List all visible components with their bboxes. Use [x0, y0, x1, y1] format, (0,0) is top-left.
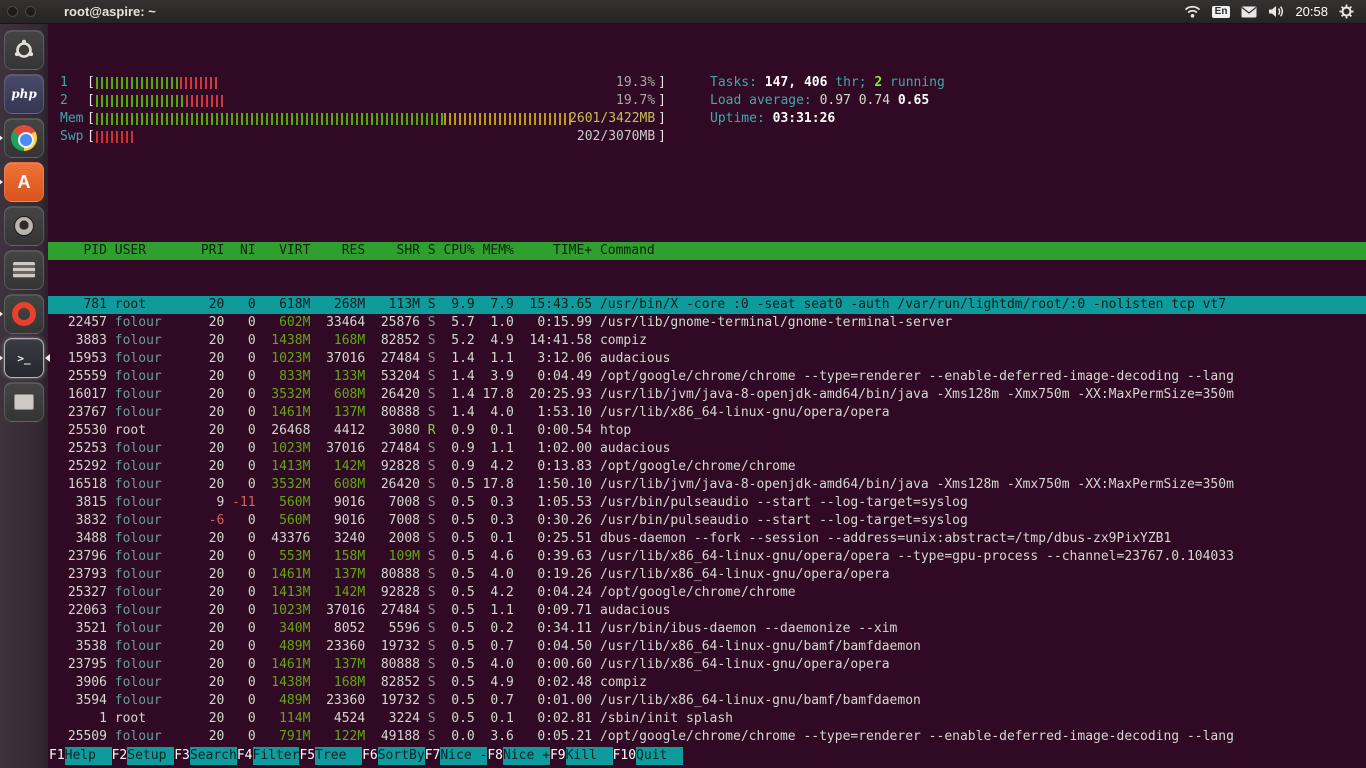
table-header[interactable]: PIDUSERPRINIVIRTRESSHRSCPU%MEM%TIME+Comm…: [48, 242, 1366, 260]
terminal-window: 1[19.3%]2[19.7%]Mem[2601/3422MB]Swp[202/…: [48, 24, 1366, 768]
gray-tool-app-button[interactable]: [4, 206, 44, 246]
fkey-f3[interactable]: F3Search: [174, 747, 237, 765]
keyboard-layout-indicator[interactable]: En: [1212, 6, 1231, 18]
fkey-f2[interactable]: F2Setup: [112, 747, 175, 765]
process-row[interactable]: 23767folour2001461M137M80888S1.44.01:53.…: [48, 404, 1366, 422]
volume-icon[interactable]: [1268, 5, 1284, 18]
summary: Tasks: 147, 406 thr; 2 runningLoad avera…: [710, 74, 945, 128]
process-row[interactable]: 16518folour2003532M608M26420S0.517.81:50…: [48, 476, 1366, 494]
drawer-icon: [13, 262, 35, 278]
process-row[interactable]: 25530root2002646844123080R0.90.10:00.54h…: [48, 422, 1366, 440]
process-row[interactable]: 25327folour2001413M142M92828S0.54.20:04.…: [48, 584, 1366, 602]
session-gear-icon[interactable]: [1339, 4, 1354, 19]
process-row[interactable]: 16017folour2003532M608M26420S1.417.820:2…: [48, 386, 1366, 404]
fkey-f4[interactable]: F4Filter: [237, 747, 300, 765]
process-row[interactable]: 3594folour200489M2336019732S0.50.70:01.0…: [48, 692, 1366, 710]
top-panel: root@aspire: ~ En: [0, 0, 1366, 24]
process-row[interactable]: 25292folour2001413M142M92828S0.94.20:13.…: [48, 458, 1366, 476]
running-indicator: [0, 134, 7, 142]
chrome-app-button[interactable]: [4, 118, 44, 158]
terminal-icon: >_: [17, 352, 30, 365]
indicator-area: En 20:58: [1184, 4, 1366, 19]
focused-indicator: [45, 354, 50, 362]
process-row[interactable]: 1root200114M45243224S0.50.10:02.81/sbin/…: [48, 710, 1366, 728]
fkey-f7[interactable]: F7Nice -: [425, 747, 488, 765]
file-icon: [14, 394, 34, 410]
process-row[interactable]: 23793folour2001461M137M80888S0.54.00:19.…: [48, 566, 1366, 584]
fkey-f9[interactable]: F9Kill: [550, 747, 613, 765]
fkey-f10[interactable]: F10Quit: [613, 747, 683, 765]
dash-home-button[interactable]: [4, 30, 44, 70]
process-row[interactable]: 3521folour200340M80525596S0.50.20:34.11/…: [48, 620, 1366, 638]
window-controls: [7, 6, 36, 17]
terminal-app-button[interactable]: >_: [4, 338, 44, 378]
window-minimize-button[interactable]: [25, 6, 36, 17]
htop-header-area: 1[19.3%]2[19.7%]Mem[2601/3422MB]Swp[202/…: [48, 60, 1366, 146]
running-indicator: [0, 178, 7, 186]
files-app-button[interactable]: [4, 382, 44, 422]
process-row[interactable]: 3906folour2001438M168M82852S0.54.90:02.4…: [48, 674, 1366, 692]
fkey-f6[interactable]: F6SortBy: [362, 747, 425, 765]
process-row[interactable]: 23796folour200553M158M109MS0.54.60:39.63…: [48, 548, 1366, 566]
meters: 1[19.3%]2[19.7%]Mem[2601/3422MB]Swp[202/…: [60, 74, 666, 146]
summary-line: Tasks: 147, 406 thr; 2 running: [710, 74, 945, 92]
fkey-f5[interactable]: F5Tree: [299, 747, 362, 765]
running-indicator: [0, 354, 7, 362]
meter-swp: Swp[202/3070MB]: [60, 128, 666, 146]
mail-icon[interactable]: [1241, 6, 1257, 18]
process-row[interactable]: 25509folour200791M122M49188S0.03.60:05.2…: [48, 728, 1366, 746]
process-row[interactable]: 3883folour2001438M168M82852S5.24.914:41.…: [48, 332, 1366, 350]
meter-1: 1[19.3%]: [60, 74, 666, 92]
app-button-a[interactable]: A: [4, 162, 44, 202]
opera-app-button[interactable]: [4, 294, 44, 334]
lens-icon: [14, 216, 34, 236]
php-app-button[interactable]: php: [4, 74, 44, 114]
summary-line: Uptime: 03:31:26: [710, 110, 945, 128]
chrome-logo-icon: [11, 125, 37, 151]
process-row[interactable]: 23795folour2001461M137M80888S0.54.00:00.…: [48, 656, 1366, 674]
process-row[interactable]: 3832folour-60560M90167008S0.50.30:30.26/…: [48, 512, 1366, 530]
process-row[interactable]: 22457folour200602M3346425876S5.71.00:15.…: [48, 314, 1366, 332]
opera-logo-icon: [12, 302, 36, 326]
process-rows: 781root200618M268M113MS9.97.915:43.65/us…: [48, 296, 1366, 768]
process-row[interactable]: 3538folour200489M2336019732S0.50.70:04.5…: [48, 638, 1366, 656]
summary-line: Load average: 0.97 0.74 0.65: [710, 92, 945, 110]
process-row[interactable]: 25253folour2001023M3701627484S0.91.11:02…: [48, 440, 1366, 458]
desktop: root@aspire: ~ En: [0, 0, 1366, 768]
unity-launcher: php A >_: [0, 24, 48, 768]
process-table: PIDUSERPRINIVIRTRESSHRSCPU%MEM%TIME+Comm…: [48, 206, 1366, 768]
wifi-icon[interactable]: [1184, 5, 1201, 18]
process-row[interactable]: 15953folour2001023M3701627484S1.41.13:12…: [48, 350, 1366, 368]
process-row[interactable]: 3488folour2004337632402008S0.50.10:25.51…: [48, 530, 1366, 548]
fkey-f8[interactable]: F8Nice +: [487, 747, 550, 765]
process-row[interactable]: 22063folour2001023M3701627484S0.51.10:09…: [48, 602, 1366, 620]
meter-2: 2[19.7%]: [60, 92, 666, 110]
ubuntu-logo-icon: [13, 39, 35, 61]
window-title: root@aspire: ~: [64, 4, 156, 19]
process-row[interactable]: 781root200618M268M113MS9.97.915:43.65/us…: [48, 296, 1366, 314]
clock[interactable]: 20:58: [1295, 4, 1328, 19]
window-close-button[interactable]: [7, 6, 18, 17]
process-row[interactable]: 25559folour200833M133M53204S1.43.90:04.4…: [48, 368, 1366, 386]
fkey-f1[interactable]: F1Help: [49, 747, 112, 765]
function-bar: F1HelpF2SetupF3SearchF4FilterF5TreeF6Sor…: [48, 747, 1366, 768]
php-logo: php: [11, 87, 37, 101]
archive-app-button[interactable]: [4, 250, 44, 290]
running-indicator: [0, 310, 7, 318]
process-row[interactable]: 3815folour9-11560M90167008S0.50.31:05.53…: [48, 494, 1366, 512]
a-app-logo: A: [18, 172, 31, 193]
meter-mem: Mem[2601/3422MB]: [60, 110, 666, 128]
